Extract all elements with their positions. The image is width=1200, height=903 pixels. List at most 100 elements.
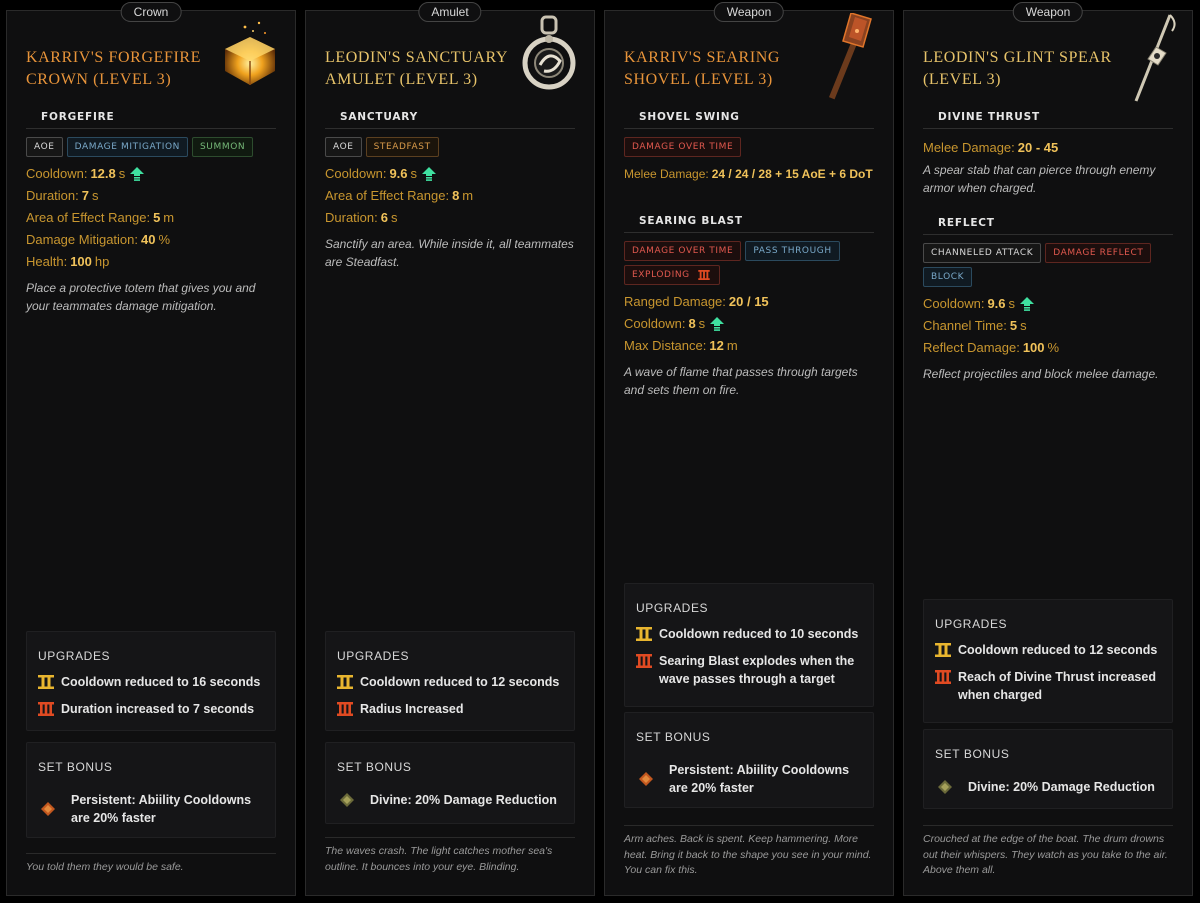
stat-value: 100 xyxy=(70,254,92,269)
tag-summon: SUMMON xyxy=(191,137,254,157)
set-bonus-text: Persistent: Abiility Cooldowns are 20% f… xyxy=(71,793,252,825)
upgrades-title: UPGRADES xyxy=(337,649,410,663)
roman-three-icon xyxy=(696,270,712,280)
stat-value: 12 xyxy=(709,338,724,353)
set-bonus-item: Divine: 20% Damage Reduction xyxy=(935,771,1161,796)
upgrade-item: Cooldown reduced to 16 seconds xyxy=(38,673,264,691)
ability-description: A spear stab that can pierce through ene… xyxy=(923,163,1156,195)
stat-value: 20 / 15 xyxy=(728,294,769,309)
upgrade-text: Reach of Divine Thrust increased when ch… xyxy=(958,670,1156,702)
stat-max-distance: Max Distance: 12 m xyxy=(624,335,874,357)
lore-text: Arm aches. Back is spent. Keep hammering… xyxy=(624,825,874,879)
upgrade-text: Cooldown reduced to 12 seconds xyxy=(958,643,1158,657)
tag-aoe: AOE xyxy=(325,137,362,157)
ability-tags: DAMAGE OVER TIME PASS THROUGH EXPLODING xyxy=(624,241,874,285)
lore-text: Crouched at the edge of the boat. The dr… xyxy=(923,825,1173,879)
lore-text: You told them they would be safe. xyxy=(26,853,276,876)
tag-exploding: EXPLODING xyxy=(624,265,720,285)
stat-unit: s xyxy=(91,188,99,203)
tag-steadfast: STEADFAST xyxy=(365,137,439,157)
upgrade-item: Duration increased to 7 seconds xyxy=(38,700,264,718)
upgrade-item: Cooldown reduced to 12 seconds xyxy=(337,673,563,691)
abilities-section: SANCTUARY AOE STEADFAST Cooldown: 9.6 s A… xyxy=(325,111,575,287)
stat-value: 20 - 45 xyxy=(1017,140,1059,155)
set-bonus-panel: SET BONUS Divine: 20% Damage Reduction xyxy=(325,742,575,824)
stat-label: Cooldown: xyxy=(325,166,387,181)
upgrade-item: Cooldown reduced to 10 seconds xyxy=(636,625,862,643)
abilities-section: FORGEFIRE AOE DAMAGE MITIGATION SUMMON C… xyxy=(26,111,276,331)
upgrade-text: Searing Blast explodes when the wave pas… xyxy=(659,654,855,686)
ability-shovel-swing: SHOVEL SWING DAMAGE OVER TIME Melee Dama… xyxy=(624,111,874,185)
upgrade-text: Cooldown reduced to 12 seconds xyxy=(360,675,560,689)
ability-description: Sanctify an area. While inside it, all t… xyxy=(325,237,574,269)
ability-tags: DAMAGE OVER TIME xyxy=(624,137,874,157)
tag-damage-over-time: DAMAGE OVER TIME xyxy=(624,241,742,261)
stat-value: 7 xyxy=(81,188,89,203)
stat-value: 24 / 24 / 28 + 15 AoE + 6 DoT xyxy=(711,167,873,181)
stat-label: Ranged Damage: xyxy=(624,294,726,309)
ability-description: Place a protective totem that gives you … xyxy=(26,281,256,313)
upgrade-text: Cooldown reduced to 16 seconds xyxy=(61,675,261,689)
roman-three-icon xyxy=(636,654,652,668)
stat-reflect-damage: Reflect Damage: 100% xyxy=(923,337,1173,359)
stat-cooldown: Cooldown: 12.8 s xyxy=(26,163,276,185)
item-card-sanctuary-amulet[interactable]: Amulet Leodin's Sanctuary Amulet (Level … xyxy=(305,2,595,896)
stat-unit: m xyxy=(462,188,474,203)
glint-spear-icon xyxy=(1134,14,1176,102)
searing-shovel-icon xyxy=(828,13,872,100)
diamond-icon xyxy=(41,802,55,816)
forgefire-crown-icon xyxy=(225,21,275,85)
set-bonus-panel: SET BONUS Persistent: Abiility Cooldowns… xyxy=(624,712,874,808)
roman-two-icon xyxy=(337,675,353,689)
stat-melee-damage: Melee Damage: 20 - 45 xyxy=(923,137,1173,159)
stat-unit: s xyxy=(118,166,126,181)
stat-unit: s xyxy=(698,316,706,331)
stat-unit: m xyxy=(726,338,738,353)
upgrades-title: UPGRADES xyxy=(636,601,709,615)
ability-name: SEARING BLAST xyxy=(624,215,874,233)
upgrades-panel: UPGRADES Cooldown reduced to 10 seconds … xyxy=(624,583,874,707)
stat-duration: Duration: 7s xyxy=(26,185,276,207)
stat-label: Reflect Damage: xyxy=(923,340,1020,355)
upgrades-panel: UPGRADES Cooldown reduced to 16 seconds … xyxy=(26,631,276,731)
stat-value: 6 xyxy=(380,210,388,225)
ability-description: A wave of flame that passes through targ… xyxy=(624,365,858,397)
tag-damage-reflect: DAMAGE REFLECT xyxy=(1045,243,1152,263)
item-card-searing-shovel[interactable]: Weapon Karriv's Searing Shovel (Level 3)… xyxy=(604,2,894,896)
stat-aoe-range: Area of Effect Range: 5m xyxy=(26,207,276,229)
stat-label: Damage Mitigation: xyxy=(26,232,138,247)
set-bonus-item: Persistent: Abiility Cooldowns are 20% f… xyxy=(636,754,862,797)
stat-label: Area of Effect Range: xyxy=(26,210,151,225)
upgrades-panel: UPGRADES Cooldown reduced to 12 seconds … xyxy=(923,599,1173,723)
tag-aoe: AOE xyxy=(26,137,63,157)
set-bonus-title: SET BONUS xyxy=(337,760,412,774)
roman-three-icon xyxy=(38,702,54,716)
item-card-glint-spear[interactable]: Weapon Leodin's Glint Spear (Level 3) DI… xyxy=(903,2,1193,896)
upgrade-item: Cooldown reduced to 12 seconds xyxy=(935,641,1161,659)
upgrade-arrow-icon xyxy=(422,167,436,181)
ability-tags: AOE STEADFAST xyxy=(325,137,575,157)
stat-label: Area of Effect Range: xyxy=(325,188,450,203)
item-card-forgefire-crown[interactable]: Crown Karriv's Forgefire Crown (Level 3)… xyxy=(6,2,296,896)
stat-value: 5 xyxy=(1009,318,1018,333)
stat-value: 40 xyxy=(141,232,156,247)
item-title: Leodin's Sanctuary Amulet (Level 3) xyxy=(325,49,508,88)
stat-label: Melee Damage: xyxy=(624,167,709,181)
diamond-icon xyxy=(938,780,952,794)
upgrade-text: Cooldown reduced to 10 seconds xyxy=(659,627,859,641)
stat-unit: m xyxy=(163,210,175,225)
stat-aoe-range: Area of Effect Range: 8m xyxy=(325,185,575,207)
set-bonus-panel: SET BONUS Divine: 20% Damage Reduction xyxy=(923,729,1173,809)
stat-cooldown: Cooldown: 8s xyxy=(624,313,874,335)
stat-value: 9.6 xyxy=(987,296,1006,311)
stat-value: 12.8 xyxy=(90,166,116,181)
stat-duration: Duration: 6s xyxy=(325,207,575,229)
stat-channel-time: Channel Time: 5s xyxy=(923,315,1173,337)
upgrade-item: Radius Increased xyxy=(337,700,563,718)
roman-three-icon xyxy=(935,670,951,684)
diamond-icon xyxy=(340,793,354,807)
ability-searing-blast: SEARING BLAST DAMAGE OVER TIME PASS THRO… xyxy=(624,215,874,399)
tag-label: EXPLODING xyxy=(632,270,690,280)
stat-label: Health: xyxy=(26,254,68,269)
upgrade-item: Reach of Divine Thrust increased when ch… xyxy=(935,668,1161,704)
